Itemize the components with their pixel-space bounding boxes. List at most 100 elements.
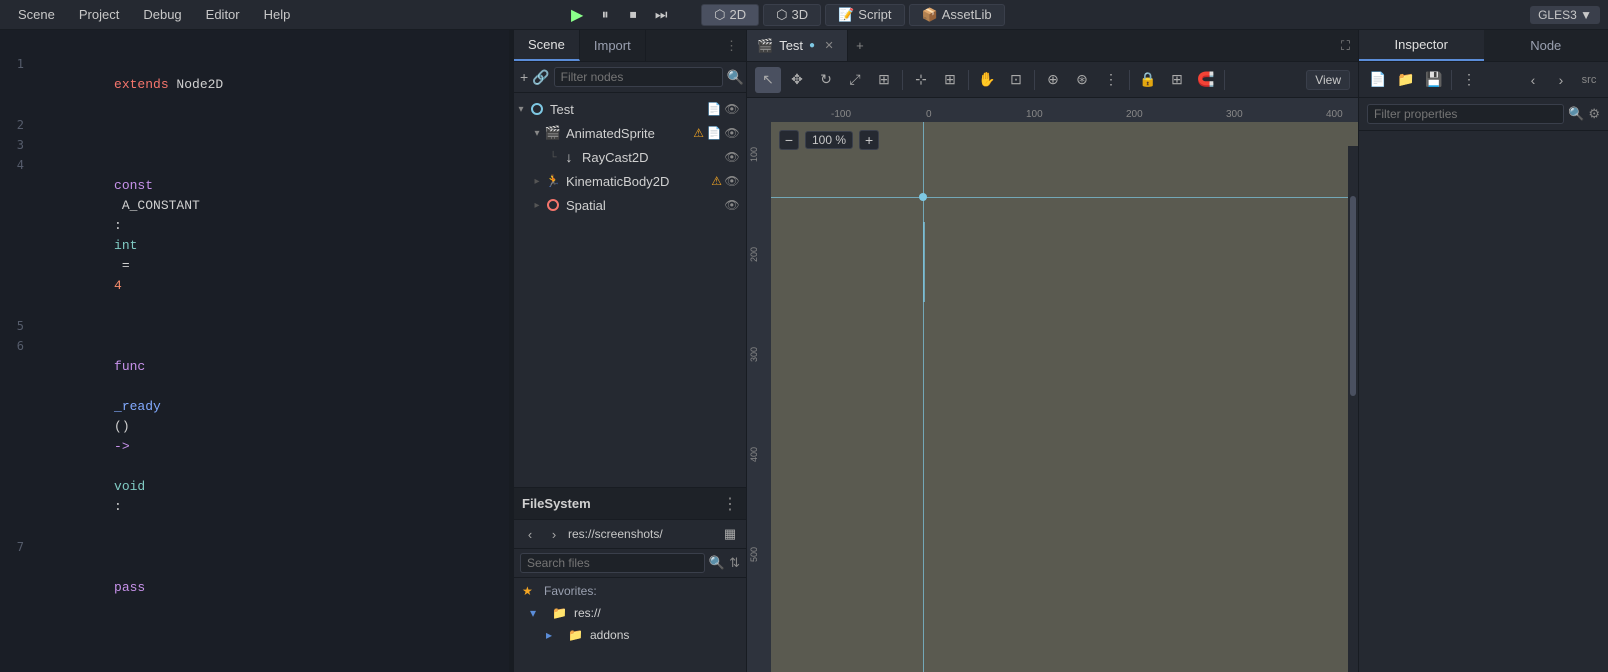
menu-scene[interactable]: Scene — [8, 5, 65, 24]
menu-editor[interactable]: Editor — [196, 5, 250, 24]
smart-snap-button[interactable]: 🧲 — [1193, 67, 1219, 93]
insp-settings-icon[interactable]: ⚙ — [1588, 106, 1600, 122]
add-node-button[interactable]: + — [520, 66, 528, 88]
script-icon-animatedsprite: 📄 — [706, 125, 722, 141]
bone-tool-button[interactable]: ⊛ — [1069, 67, 1095, 93]
rotate-tool-button[interactable]: ↻ — [813, 67, 839, 93]
insp-save-button[interactable]: 💾 — [1421, 67, 1447, 93]
code-editor[interactable]: 1 extends Node2D 2 3 4 const A_CONSTANT … — [0, 30, 509, 672]
inspector-panel: Inspector Node 📄 📁 💾 ⋮ ‹ › src 🔍 ⚙ — [1358, 30, 1608, 672]
zoom-controls: − 100 % + — [779, 130, 879, 150]
line-number-const: 4 — [0, 155, 36, 175]
mode-3d-button[interactable]: ⬡ 3D — [763, 4, 821, 26]
pivot-tool-button[interactable]: ⊕ — [1040, 67, 1066, 93]
script-button[interactable]: 📝 Script — [825, 4, 904, 26]
group-button[interactable]: ⊞ — [1164, 67, 1190, 93]
eye-icon-spatial[interactable]: 👁 — [724, 197, 740, 213]
select-tool-button[interactable]: ↖ — [755, 67, 781, 93]
pause-button[interactable]: ⏸ — [593, 3, 617, 27]
eye-icon-test[interactable]: 👁 — [724, 101, 740, 117]
fs-forward-button[interactable]: › — [544, 524, 564, 544]
fs-res-item[interactable]: ▾ 📁 res:// — [514, 602, 746, 624]
node-circle-spatial — [547, 199, 559, 211]
filesystem-menu-button[interactable]: ⋮ — [722, 494, 738, 514]
menu-help[interactable]: Help — [254, 5, 301, 24]
filter-nodes-input[interactable] — [554, 67, 723, 87]
scrollbar-vertical[interactable] — [1348, 146, 1358, 672]
gles-badge[interactable]: GLES3 ▼ — [1530, 6, 1600, 24]
insp-file-button[interactable]: 📄 — [1365, 67, 1391, 93]
eye-icon-kinematicbody2d[interactable]: 👁 — [724, 173, 740, 189]
tree-item-spatial[interactable]: ▸ Spatial 👁 — [514, 193, 746, 217]
tree-empty-area[interactable] — [514, 217, 746, 417]
tab-import[interactable]: Import — [580, 30, 646, 61]
zoom-in-button[interactable]: + — [859, 130, 879, 150]
lock-button[interactable]: 🔒 — [1135, 67, 1161, 93]
insp-more-button[interactable]: ⋮ — [1456, 67, 1482, 93]
more-tools-button[interactable]: ⋮ — [1098, 67, 1124, 93]
fs-addons-item[interactable]: ▸ 📁 addons — [514, 624, 746, 646]
menu-project[interactable]: Project — [69, 5, 129, 24]
drag-handle-v[interactable] — [923, 222, 925, 302]
insp-forward-button[interactable]: › — [1548, 67, 1574, 93]
assetlib-button[interactable]: 📦 AssetLib — [909, 4, 1005, 26]
fs-layout-button[interactable]: ▦ — [720, 524, 740, 544]
vp-tab-test-label: Test — [779, 38, 803, 53]
kw-node2d: Node2D — [169, 77, 224, 92]
filter-properties-input[interactable] — [1367, 104, 1564, 124]
mode-2d-button[interactable]: ⬡ 2D — [701, 4, 759, 26]
inspector-tabs: Inspector Node — [1359, 30, 1608, 62]
vp-tab-close-button[interactable]: ✕ — [821, 38, 837, 54]
insp-search-icon[interactable]: 🔍 — [1568, 106, 1584, 122]
view-button[interactable]: View — [1306, 70, 1350, 90]
vp-expand-button[interactable]: ⛶ — [1333, 30, 1358, 61]
mode-2d-label: 2D — [729, 7, 746, 22]
vp-tab-test[interactable]: 🎬 Test ● ✕ — [747, 30, 848, 61]
vp-tab-add-button[interactable]: + — [848, 30, 872, 61]
code-line-1 — [0, 34, 509, 54]
favorites-label: Favorites: — [544, 584, 597, 598]
frame-tool-button[interactable]: ⊞ — [871, 67, 897, 93]
move-tool-button[interactable]: ✥ — [784, 67, 810, 93]
filter-icon[interactable]: ⇅ — [729, 555, 740, 571]
insp-back-button[interactable]: ‹ — [1520, 67, 1546, 93]
fs-back-button[interactable]: ‹ — [520, 524, 540, 544]
scrollbar-thumb[interactable] — [1350, 196, 1356, 396]
eye-icon-raycast2d[interactable]: 👁 — [724, 149, 740, 165]
main-content: 1 extends Node2D 2 3 4 const A_CONSTANT … — [0, 30, 1608, 672]
pointer-tool-button[interactable]: ⊡ — [1003, 67, 1029, 93]
scale-tool-button[interactable]: ⤢ — [842, 67, 868, 93]
fs-favorites-item[interactable]: ★ Favorites: — [514, 580, 746, 602]
tab-scene[interactable]: Scene — [514, 30, 580, 61]
search-files-input[interactable] — [520, 553, 705, 573]
scene-tab-menu[interactable]: ⋮ — [717, 30, 746, 61]
link-node-button[interactable]: 🔗 — [532, 66, 549, 88]
insp-source-button[interactable]: src — [1576, 67, 1602, 93]
stop-button[interactable]: ⏹ — [621, 3, 645, 27]
insp-folder-button[interactable]: 📁 — [1393, 67, 1419, 93]
tree-item-animatedsprite[interactable]: ▾ 🎬 AnimatedSprite ⚠ 📄 👁 — [514, 121, 746, 145]
menu-debug[interactable]: Debug — [133, 5, 191, 24]
eye-icon-animatedsprite[interactable]: 👁 — [724, 125, 740, 141]
kw-ready: _ready — [114, 399, 161, 414]
tab-inspector[interactable]: Inspector — [1359, 30, 1484, 61]
code-line-5: 5 — [0, 316, 509, 336]
transform-handle[interactable] — [919, 193, 927, 201]
zoom-out-button[interactable]: − — [779, 130, 799, 150]
tree-item-test[interactable]: ▾ Test 📄 👁 — [514, 97, 746, 121]
pan-tool-button[interactable]: ✋ — [974, 67, 1000, 93]
tree-label-test: Test — [546, 102, 706, 117]
snap-tool-button[interactable]: ⊹ — [908, 67, 934, 93]
mode-2d-icon: ⬡ — [714, 7, 725, 23]
line-number-6: 6 — [0, 336, 36, 356]
viewport-canvas[interactable]: -100 0 100 200 300 400 100 200 300 400 5… — [747, 98, 1358, 672]
tab-node[interactable]: Node — [1484, 30, 1608, 61]
step-button[interactable]: ⏭ — [649, 3, 673, 27]
search-node-button[interactable]: 🔍 — [727, 66, 744, 88]
canvas-drawing-area[interactable] — [771, 122, 1358, 672]
play-button[interactable]: ▶ — [565, 3, 589, 27]
search-icon[interactable]: 🔍 — [709, 555, 725, 571]
snap-config-button[interactable]: ⊞ — [937, 67, 963, 93]
tree-item-kinematicbody2d[interactable]: ▸ 🏃 KinematicBody2D ⚠ 👁 — [514, 169, 746, 193]
tree-item-raycast2d[interactable]: └ ↓ RayCast2D 👁 — [514, 145, 746, 169]
